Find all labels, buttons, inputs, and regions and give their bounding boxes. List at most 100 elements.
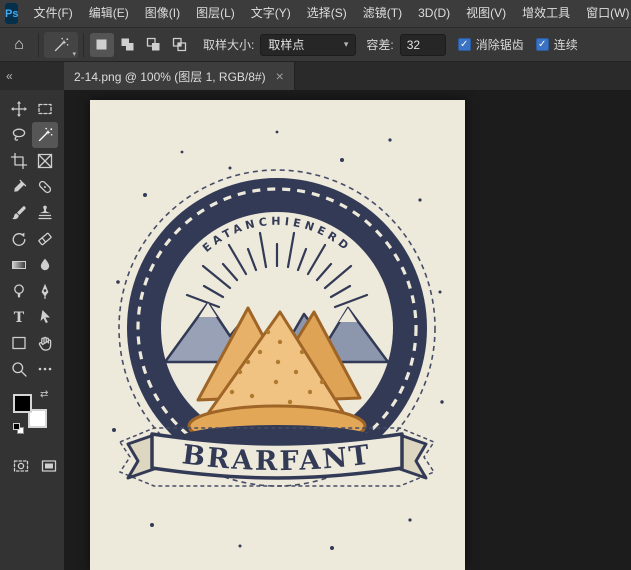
contiguous-label: 连续 <box>554 36 578 53</box>
default-colors-button[interactable] <box>13 423 25 435</box>
magic-wand-icon <box>36 126 54 144</box>
tool-rect-marquee[interactable] <box>32 96 58 122</box>
tools-grid: T <box>0 90 64 382</box>
tool-move[interactable] <box>6 96 32 122</box>
color-swatches: ⇄ <box>13 394 57 438</box>
ellipsis-icon <box>36 360 54 378</box>
foreground-color-swatch[interactable] <box>13 394 32 413</box>
hand-icon <box>36 334 54 352</box>
tool-gradient[interactable] <box>6 252 32 278</box>
arrow-cursor-icon <box>36 308 54 326</box>
tool-preset-picker[interactable]: ▾ <box>44 32 78 58</box>
canvas-area[interactable]: EATANCHIENERD <box>64 90 631 570</box>
chevron-down-icon: ▾ <box>344 39 349 50</box>
home-icon: ⌂ <box>14 36 24 54</box>
document-tab-bar: 2-14.png @ 100% (图层 1, RGB/8#) × <box>64 62 631 90</box>
menu-view[interactable]: 视图(V) <box>458 0 514 27</box>
tool-more[interactable] <box>32 356 58 382</box>
tolerance-input[interactable] <box>400 34 446 56</box>
tool-pen[interactable] <box>32 278 58 304</box>
subtract-from-selection-button[interactable] <box>142 33 166 57</box>
tool-history-brush[interactable] <box>6 226 32 252</box>
tool-crop[interactable] <box>6 148 32 174</box>
tool-options-bar: ⌂ ▾ 取样大小: 取样点 ▾ 容差: ✓ 消除锯齿 <box>0 28 631 62</box>
lasso-icon <box>10 126 28 144</box>
menu-image[interactable]: 图像(I) <box>137 0 188 27</box>
new-selection-icon <box>93 36 111 54</box>
menu-edit[interactable]: 编辑(E) <box>81 0 137 27</box>
history-brush-icon <box>10 230 28 248</box>
tool-type[interactable]: T <box>6 304 32 330</box>
swap-colors-icon[interactable]: ⇄ <box>40 389 48 400</box>
new-selection-button[interactable] <box>90 33 114 57</box>
tool-brush[interactable] <box>6 200 32 226</box>
document-tab-title: 2-14.png @ 100% (图层 1, RGB/8#) <box>74 68 266 85</box>
photoshop-window: Ps 文件(F) 编辑(E) 图像(I) 图层(L) 文字(Y) 选择(S) 滤… <box>0 0 631 570</box>
sample-size-label: 取样大小: <box>203 36 254 53</box>
checkbox-checked-icon: ✓ <box>536 38 549 51</box>
anti-alias-label: 消除锯齿 <box>476 36 524 53</box>
separator <box>38 33 39 57</box>
logo-artwork: EATANCHIENERD <box>90 100 465 570</box>
screen-mode-button[interactable] <box>37 454 61 478</box>
tab-close-icon[interactable]: × <box>276 69 284 83</box>
tool-hand[interactable] <box>32 330 58 356</box>
menu-window[interactable]: 窗口(W) <box>578 0 631 27</box>
menu-file[interactable]: 文件(F) <box>25 0 80 27</box>
tool-path-select[interactable] <box>32 304 58 330</box>
chevron-down-icon: ▾ <box>72 50 76 58</box>
menu-type[interactable]: 文字(Y) <box>243 0 299 27</box>
tool-lasso[interactable] <box>6 122 32 148</box>
default-foreground-icon <box>13 423 20 430</box>
tool-eraser[interactable] <box>32 226 58 252</box>
document-area: 2-14.png @ 100% (图层 1, RGB/8#) × <box>64 62 631 570</box>
tool-dodge[interactable] <box>6 278 32 304</box>
separator <box>83 33 84 57</box>
quick-mask-icon <box>12 457 30 475</box>
bandage-icon <box>36 178 54 196</box>
tool-zoom[interactable] <box>6 356 32 382</box>
stamp-icon <box>36 204 54 222</box>
tool-magic-wand[interactable] <box>32 122 58 148</box>
menu-plugins[interactable]: 增效工具 <box>514 0 578 27</box>
home-button[interactable]: ⌂ <box>5 32 33 58</box>
screen-mode-icon <box>40 457 58 475</box>
menu-bar: Ps 文件(F) 编辑(E) 图像(I) 图层(L) 文字(Y) 选择(S) 滤… <box>0 0 631 28</box>
tools-collapse-button[interactable]: « <box>0 62 64 90</box>
tool-frame[interactable] <box>32 148 58 174</box>
menu-layer[interactable]: 图层(L) <box>188 0 243 27</box>
magic-wand-icon <box>52 36 70 54</box>
intersect-selection-button[interactable] <box>168 33 192 57</box>
sample-size-value: 取样点 <box>268 36 304 53</box>
tool-healing-brush[interactable] <box>32 174 58 200</box>
contiguous-checkbox[interactable]: ✓ 连续 <box>536 36 578 53</box>
dodge-icon <box>10 282 28 300</box>
document-tab[interactable]: 2-14.png @ 100% (图层 1, RGB/8#) × <box>64 62 295 90</box>
tolerance-label: 容差: <box>366 36 393 53</box>
sample-size-dropdown[interactable]: 取样点 ▾ <box>260 34 356 56</box>
menu-filter[interactable]: 滤镜(T) <box>355 0 410 27</box>
photoshop-logo-icon: Ps <box>5 3 18 24</box>
tool-blur[interactable] <box>32 252 58 278</box>
move-icon <box>10 100 28 118</box>
type-icon: T <box>10 308 28 326</box>
pen-nib-icon <box>36 282 54 300</box>
tool-shape[interactable] <box>6 330 32 356</box>
document-canvas[interactable]: EATANCHIENERD <box>90 100 465 570</box>
workspace: « T <box>0 62 631 570</box>
dock-bottom-buttons <box>9 454 64 478</box>
gradient-icon <box>10 256 28 274</box>
anti-alias-checkbox[interactable]: ✓ 消除锯齿 <box>458 36 524 53</box>
tool-eyedropper[interactable] <box>6 174 32 200</box>
crop-icon <box>10 152 28 170</box>
water-drop-icon <box>36 256 54 274</box>
quick-mask-button[interactable] <box>9 454 33 478</box>
tool-clone-stamp[interactable] <box>32 200 58 226</box>
collapse-icon: « <box>6 69 13 83</box>
magnifier-icon <box>10 360 28 378</box>
menu-select[interactable]: 选择(S) <box>299 0 355 27</box>
frame-icon <box>36 152 54 170</box>
eyedropper-icon <box>10 178 28 196</box>
add-to-selection-button[interactable] <box>116 33 140 57</box>
menu-3d[interactable]: 3D(D) <box>410 0 458 27</box>
